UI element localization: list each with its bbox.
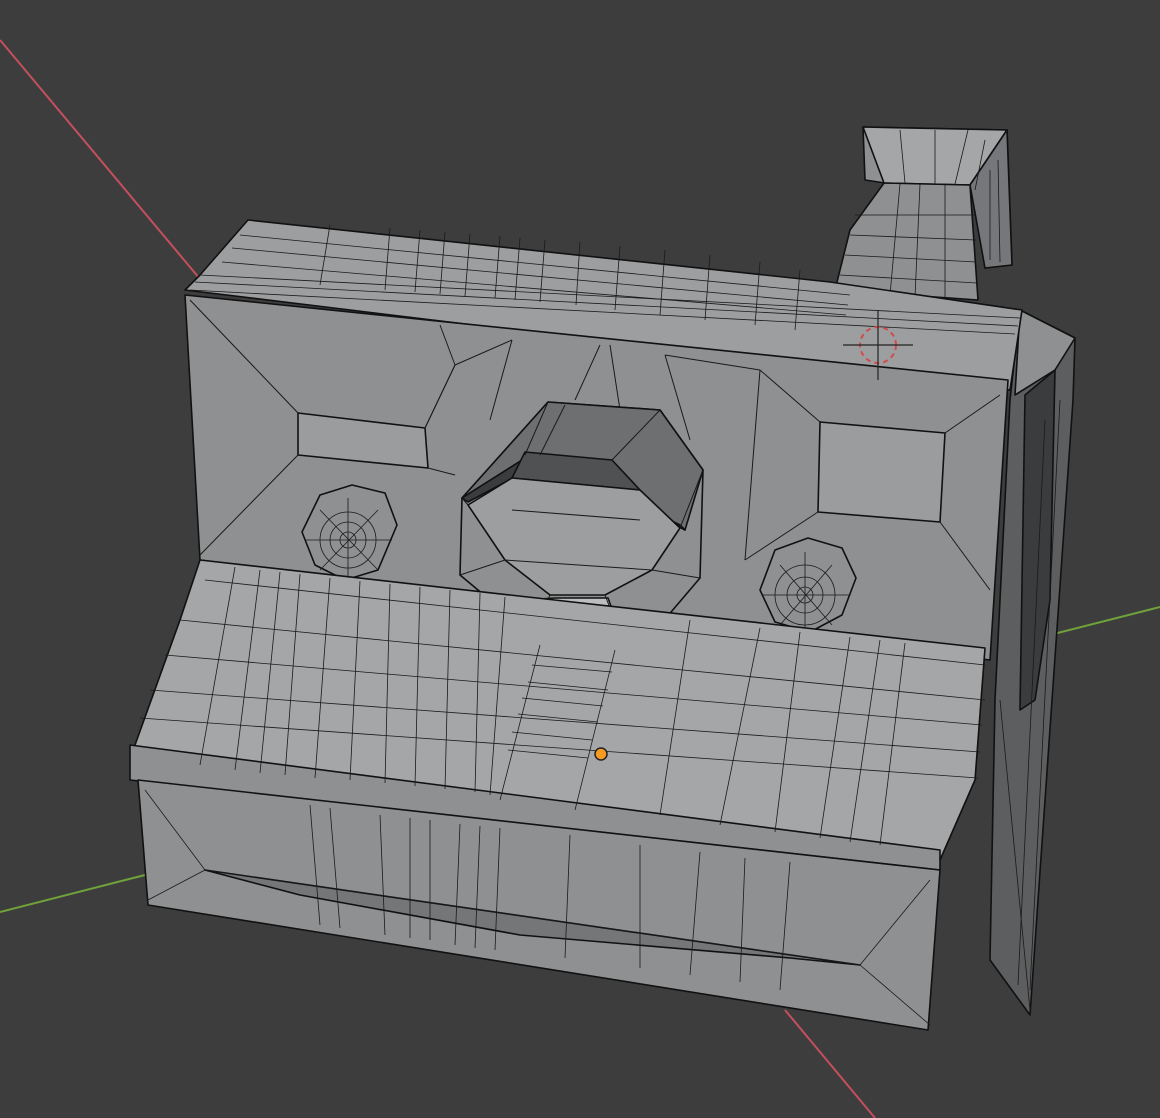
object-origin-point[interactable] bbox=[594, 747, 608, 761]
x-axis-line bbox=[0, 39, 206, 286]
y-axis-line bbox=[0, 874, 146, 913]
x-axis-line-lower bbox=[784, 1009, 876, 1118]
viewfinder-mesh[interactable] bbox=[834, 126, 1013, 301]
3d-viewport[interactable] bbox=[0, 0, 1160, 1118]
camera-mesh[interactable] bbox=[129, 126, 1076, 1031]
viewport-canvas[interactable] bbox=[0, 0, 1160, 1118]
